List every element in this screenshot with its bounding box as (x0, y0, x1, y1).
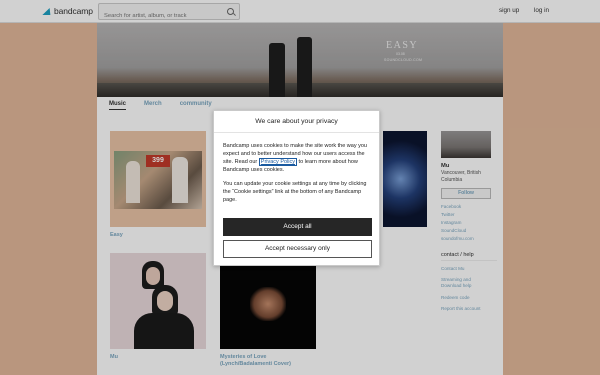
dialog-paragraph-1: Bandcamp uses cookies to make the site w… (223, 142, 374, 174)
cookie-consent-dialog: We care about your privacy Bandcamp uses… (213, 110, 380, 266)
dialog-paragraph-2: You can update your cookie settings at a… (223, 181, 367, 203)
accept-all-button[interactable]: Accept all (223, 218, 372, 236)
privacy-policy-link[interactable]: Privacy Policy (258, 158, 298, 166)
dialog-body: Bandcamp uses cookies to make the site w… (223, 142, 374, 210)
accept-necessary-button[interactable]: Accept necessary only (223, 240, 372, 258)
dialog-title: We care about your privacy (214, 111, 379, 133)
